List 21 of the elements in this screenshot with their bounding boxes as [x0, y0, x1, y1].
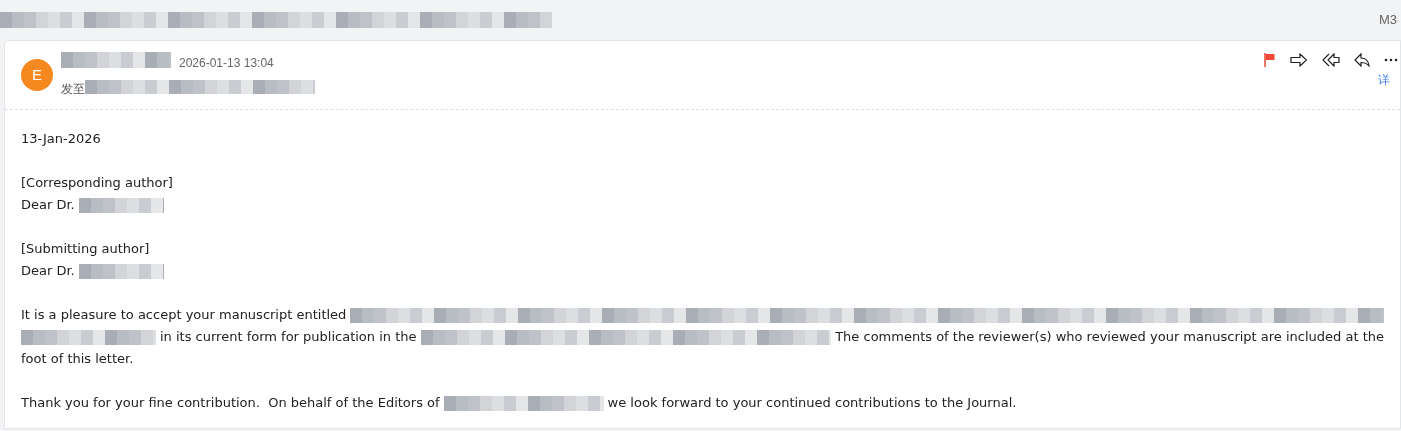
letter-text: foot of this letter.: [21, 350, 134, 368]
letter-text: [Corresponding author]: [21, 174, 173, 192]
letter-text: in its current form for publication in the: [160, 328, 417, 346]
reply-all-icon[interactable]: [1322, 53, 1340, 67]
letter-text: [Submitting author]: [21, 240, 150, 258]
letter-text: The comments of the reviewer(s) who reviewed your manuscript are included at the: [835, 328, 1384, 346]
letter-text: Dear Dr.: [21, 196, 75, 214]
reply-icon[interactable]: [1354, 53, 1370, 67]
date-text: 2026-01-13 13:04: [179, 55, 274, 72]
letter-text: Thank you for your fine contribution. On behalf of the Editors of: [21, 394, 440, 412]
letter-text: 13-Jan-2026: [21, 130, 101, 148]
more-icon[interactable]: [1384, 58, 1398, 62]
folder-label: M3: [1379, 11, 1399, 30]
letter-text: Dear Dr.: [21, 262, 75, 280]
to-label: 发至: [61, 81, 85, 98]
details-link[interactable]: 详: [1378, 71, 1400, 89]
letter-text: It is a pleasure to accept your manuscript entitled: [21, 306, 347, 324]
forward-icon[interactable]: [1290, 53, 1308, 67]
avatar: E: [21, 59, 53, 91]
letter-text: we look forward to your continued contributions to the Journal.: [607, 394, 1017, 412]
flag-icon[interactable]: [1264, 53, 1276, 67]
